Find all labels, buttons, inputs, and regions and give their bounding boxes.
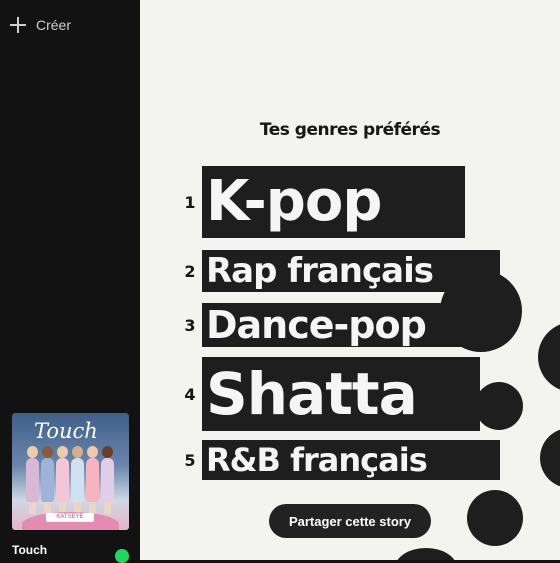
decorative-blob [538,322,560,392]
genre-name: Shatta [202,357,480,431]
sidebar: Créer Touch KATSEYE Touch [0,0,140,563]
decorative-blob [395,548,457,560]
story-card: Tes genres préférés 1 K-pop 2 Rap frança… [140,0,560,560]
page-title: Tes genres préférés [259,120,441,140]
genre-rank: 2 [184,261,196,281]
album-plaque: KATSEYE [46,513,94,522]
genre-name: Dance-pop [202,303,500,347]
figure [41,446,54,514]
genre-row-5: 5 R&B français [178,440,500,480]
decorative-blob [467,490,523,546]
genre-name: K-pop [202,166,465,238]
genre-row-3: 3 Dance-pop [178,303,500,347]
plus-icon [10,17,26,33]
album-cover[interactable]: Touch KATSEYE [12,413,129,530]
decorative-blob [540,428,560,488]
album-cover-title: Touch [34,419,98,443]
genre-row-2: 2 Rap français [178,250,500,292]
create-label: Créer [36,17,72,33]
decorative-blob [475,382,523,430]
genre-rank: 5 [184,450,196,470]
figure [86,446,99,514]
figure [71,446,84,514]
genre-rank: 1 [184,192,196,212]
now-playing-title[interactable]: Touch [12,543,47,557]
check-icon [115,549,129,563]
genre-row-1: 1 K-pop [178,166,465,238]
figure [101,446,114,514]
figure [56,446,69,514]
genre-rank: 4 [184,384,196,404]
genre-name: Rap français [202,250,500,292]
genre-row-4: 4 Shatta [178,357,480,431]
share-story-button[interactable]: Partager cette story [269,504,431,538]
genre-rank: 3 [184,315,196,335]
create-button[interactable]: Créer [10,14,71,36]
genre-name: R&B français [202,440,500,480]
figure [26,446,39,514]
